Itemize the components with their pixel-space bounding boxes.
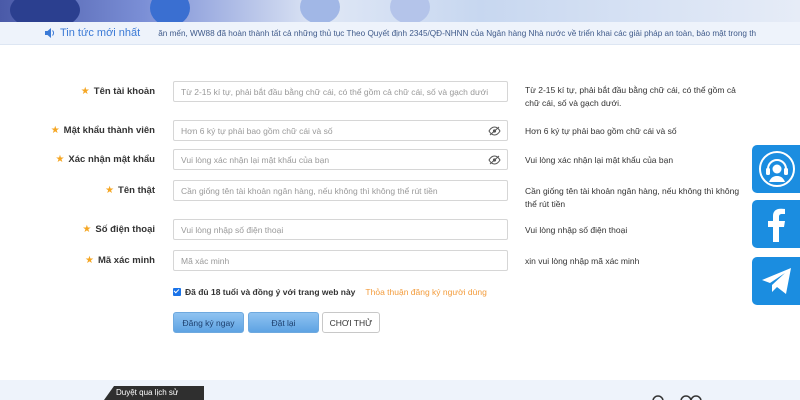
eye-slash-icon[interactable]	[488, 126, 501, 136]
form-row-captcha: ★ Mã xác minh Mã xác minh xin vui lòng nh…	[0, 250, 800, 272]
realname-hint: Cần giống tên tài khoản ngân hàng, nếu k…	[525, 186, 740, 209]
password-input[interactable]: Hơn 6 ký tự phải bao gồm chữ cái và số	[173, 120, 508, 141]
required-star-icon: ★	[80, 86, 90, 97]
captcha-input[interactable]: Mã xác minh	[173, 250, 508, 271]
username-label: ★ Tên tài khoản	[81, 81, 155, 103]
history-button[interactable]: Duyệt qua lịch sử	[104, 386, 204, 400]
confirm-password-input[interactable]: Vui lòng xác nhận lại mật khẩu của bạn	[173, 149, 508, 170]
facebook-icon	[768, 208, 785, 242]
confirm-password-placeholder: Vui lòng xác nhận lại mật khẩu của bạn	[181, 155, 330, 165]
telegram-icon	[762, 268, 791, 294]
banner-graphic	[300, 0, 340, 22]
news-label-text: Tin tức mới nhất	[60, 27, 141, 39]
required-star-icon: ★	[105, 185, 115, 196]
news-ticker: Tin tức mới nhất ăn mến, WW88 đã hoàn th…	[0, 22, 800, 45]
phone-input[interactable]: Vui lòng nhập số điện thoại	[173, 219, 508, 240]
banner-graphic	[390, 0, 430, 22]
password-placeholder: Hơn 6 ký tự phải bao gồm chữ cái và số	[181, 126, 333, 136]
form-row-phone: ★ Số điện thoại Vui lòng nhập số điện tho…	[0, 219, 800, 241]
required-star-icon: ★	[82, 224, 92, 235]
form-row-username: ★ Tên tài khoản Từ 2-15 kí tự, phải bắt đ…	[0, 81, 800, 108]
banner-graphic	[10, 0, 80, 22]
speaker-icon	[45, 28, 55, 38]
terms-link[interactable]: Thỏa thuận đăng ký người dùng	[365, 287, 486, 297]
form-row-confirm-password: ★ Xác nhận mật khẩu Vui lòng xác nhận lại…	[0, 149, 800, 171]
facebook-button[interactable]	[752, 200, 800, 248]
password-hint: Hơn 6 ký tự phải bao gồm chữ cái và số	[525, 126, 677, 136]
try-play-button[interactable]: CHƠI THỬ	[322, 312, 380, 333]
required-star-icon: ★	[85, 255, 94, 266]
news-text[interactable]: ăn mến, WW88 đã hoàn thành tất cả những …	[158, 29, 756, 38]
banner-graphic	[150, 0, 190, 22]
top-banner	[0, 0, 800, 22]
realname-label: ★ Tên thật	[105, 180, 155, 202]
register-button[interactable]: Đăng ký ngay	[173, 312, 244, 333]
username-input[interactable]: Từ 2-15 kí tự, phải bắt đầu bằng chữ cái…	[173, 81, 508, 102]
phone-hint: Vui lòng nhập số điện thoại	[525, 225, 628, 235]
captcha-label: ★ Mã xác minh	[85, 250, 155, 272]
news-label[interactable]: Tin tức mới nhất	[44, 27, 140, 39]
reset-button[interactable]: Đặt lại	[248, 312, 319, 333]
agree-checkbox[interactable]	[173, 288, 181, 296]
phone-label: ★ Số điện thoại	[82, 219, 155, 241]
footer-icons	[652, 395, 702, 400]
required-star-icon: ★	[50, 125, 60, 136]
agree-row: Đã đủ 18 tuổi và đồng ý với trang web nà…	[173, 285, 487, 299]
telegram-button[interactable]	[752, 257, 800, 305]
realname-input[interactable]: Cần giống tên tài khoản ngân hàng, nếu k…	[173, 180, 508, 201]
eye-slash-icon[interactable]	[488, 155, 501, 165]
username-hint: Từ 2-15 kí tự, phải bắt đầu bằng chữ cái…	[525, 85, 736, 108]
agree-text: Đã đủ 18 tuổi và đồng ý với trang web nà…	[185, 287, 356, 297]
support-button[interactable]	[752, 145, 800, 193]
required-star-icon: ★	[55, 154, 65, 165]
form-row-realname: ★ Tên thật Cần giống tên tài khoản ngân h…	[0, 180, 800, 209]
password-label: ★ Mật khẩu thành viên	[51, 120, 155, 142]
captcha-hint: xin vui lòng nhập mã xác minh	[525, 256, 640, 266]
form-row-password: ★ Mật khẩu thành viên Hơn 6 ký tự phải ba…	[0, 120, 800, 142]
confirm-password-label: ★ Xác nhận mật khẩu	[55, 149, 155, 171]
headset-icon	[759, 151, 795, 187]
confirm-password-hint: Vui lòng xác nhận lại mật khẩu của bạn	[525, 155, 674, 165]
